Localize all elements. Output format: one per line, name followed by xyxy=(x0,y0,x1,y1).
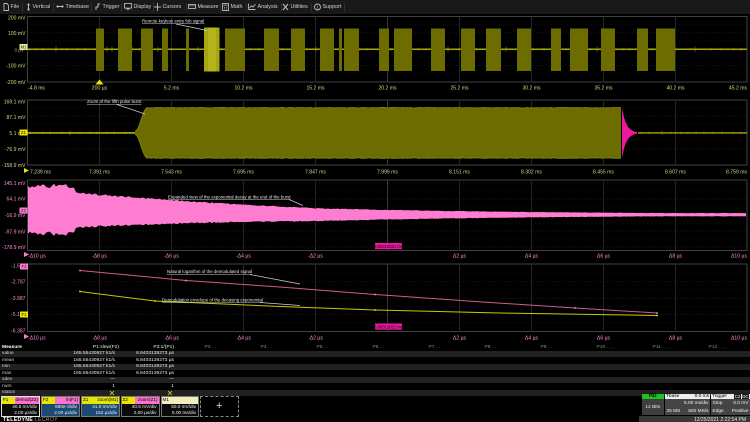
svg-text:Z1: Z1 xyxy=(21,130,27,135)
svg-text:-16.9 mV: -16.9 mV xyxy=(5,213,26,219)
svg-text:Expanded view of the exponenti: Expanded view of the exponential decay a… xyxy=(168,194,291,199)
svg-text:7.999 ms: 7.999 ms xyxy=(377,170,398,176)
svg-text:Δ4 µs: Δ4 µs xyxy=(525,254,539,260)
svg-text:5.2 ms: 5.2 ms xyxy=(164,86,180,92)
svg-text:Demodulation envelope of the d: Demodulation envelope of the decaying ex… xyxy=(162,297,263,302)
svg-text:-Δ4 µs: -Δ4 µs xyxy=(236,254,251,260)
svg-text:8.151 ms: 8.151 ms xyxy=(449,170,470,176)
svg-text:64.1 mV: 64.1 mV xyxy=(7,197,27,203)
svg-text:Δ10 µs: Δ10 µs xyxy=(731,254,747,260)
svg-text:7.543 ms: 7.543 ms xyxy=(161,170,182,176)
svg-text:8.607 ms: 8.607 ms xyxy=(665,170,686,176)
svg-text:45.2 ms: 45.2 ms xyxy=(729,86,748,92)
svg-text:Zoom of the fifth pulse burst: Zoom of the fifth pulse burst xyxy=(87,99,142,104)
svg-text:-Δ2 µs: -Δ2 µs xyxy=(308,336,323,342)
svg-text:8.60312021 ms: 8.60312021 ms xyxy=(374,244,403,249)
svg-text:i: i xyxy=(317,5,318,11)
svg-text:40.2 ms: 40.2 ms xyxy=(666,86,685,92)
svg-text:Remote keyless entry fob signa: Remote keyless entry fob signal xyxy=(142,19,204,24)
svg-text:Natural logarithm of the demod: Natural logarithm of the demodulated sig… xyxy=(167,269,252,274)
svg-text:-6.387: -6.387 xyxy=(11,329,26,335)
svg-text:-Δ10 µs: -Δ10 µs xyxy=(28,254,46,260)
svg-text:100 mV: 100 mV xyxy=(8,31,26,37)
svg-text:8.60312021 ms: 8.60312021 ms xyxy=(374,324,403,329)
svg-text:-Δ6 µs: -Δ6 µs xyxy=(164,336,179,342)
svg-text:-158.9 mV: -158.9 mV xyxy=(2,163,26,169)
svg-text:200 µs: 200 µs xyxy=(92,86,108,92)
svg-text:Δ6 µs: Δ6 µs xyxy=(597,254,611,260)
svg-text:Z2: Z2 xyxy=(21,208,27,213)
svg-text:-Δ8 µs: -Δ8 µs xyxy=(92,254,107,260)
svg-text:-Δ4 µs: -Δ4 µs xyxy=(236,336,251,342)
svg-text:F1: F1 xyxy=(22,312,28,317)
svg-text:-Δ2 µs: -Δ2 µs xyxy=(308,254,323,260)
svg-text:7.695 ms: 7.695 ms xyxy=(233,170,254,176)
svg-text:-Δ10 µs: -Δ10 µs xyxy=(28,336,46,342)
svg-text:7.239 ms: 7.239 ms xyxy=(30,170,51,176)
svg-text:25.2 ms: 25.2 ms xyxy=(450,86,469,92)
svg-text:-4.8 ms: -4.8 ms xyxy=(28,86,45,92)
svg-text:-76.9 mV: -76.9 mV xyxy=(5,147,26,153)
svg-text:Δ8 µs: Δ8 µs xyxy=(669,336,683,342)
svg-text:8.455 ms: 8.455 ms xyxy=(593,170,614,176)
svg-text:87.1 mV: 87.1 mV xyxy=(7,115,27,121)
svg-text:-200 mV: -200 mV xyxy=(6,80,26,86)
svg-text:Δ10 µs: Δ10 µs xyxy=(731,336,747,342)
svg-text:M1: M1 xyxy=(21,45,27,50)
svg-text:7.391 ms: 7.391 ms xyxy=(89,170,110,176)
svg-text:15.2 ms: 15.2 ms xyxy=(306,86,325,92)
svg-text:Δ2 µs: Δ2 µs xyxy=(453,254,467,260)
svg-text:20.2 ms: 20.2 ms xyxy=(378,86,397,92)
svg-text:-2.787: -2.787 xyxy=(11,279,26,285)
svg-text:Δ8 µs: Δ8 µs xyxy=(669,254,683,260)
svg-text:35.2 ms: 35.2 ms xyxy=(594,86,613,92)
svg-text:-100 mV: -100 mV xyxy=(6,64,26,70)
svg-text:-Δ6 µs: -Δ6 µs xyxy=(164,254,179,260)
svg-text:Δ2 µs: Δ2 µs xyxy=(453,336,467,342)
svg-text:-Δ8 µs: -Δ8 µs xyxy=(92,336,107,342)
svg-text:200 mV: 200 mV xyxy=(8,16,26,22)
svg-text:F2: F2 xyxy=(22,264,28,269)
svg-text:Δ6 µs: Δ6 µs xyxy=(597,336,611,342)
svg-text:8.759 ms: 8.759 ms xyxy=(726,170,747,176)
svg-text:-178.9 mV: -178.9 mV xyxy=(2,245,26,251)
svg-text:30.2 ms: 30.2 ms xyxy=(522,86,541,92)
svg-text:8.302 ms: 8.302 ms xyxy=(521,170,542,176)
svg-text:-97.9 mV: -97.9 mV xyxy=(5,230,26,236)
svg-text:Δ4 µs: Δ4 µs xyxy=(525,336,539,342)
svg-text:145.1 mV: 145.1 mV xyxy=(4,181,26,187)
svg-text:10.2 ms: 10.2 ms xyxy=(234,86,253,92)
svg-text:169.1 mV: 169.1 mV xyxy=(4,100,26,106)
svg-text:7.847 ms: 7.847 ms xyxy=(305,170,326,176)
svg-text:-3.987: -3.987 xyxy=(11,296,26,302)
